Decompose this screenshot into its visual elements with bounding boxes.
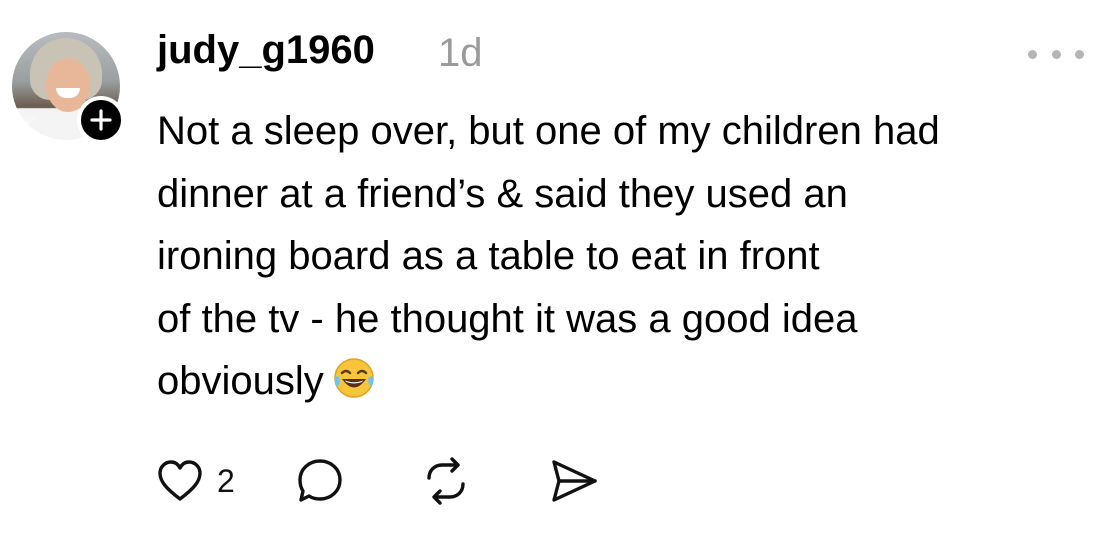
post-body-line: ironing board as a table to eat in front bbox=[157, 234, 820, 278]
face-with-tears-of-joy-icon bbox=[334, 358, 374, 398]
post-body-last-line: obviously bbox=[157, 350, 1077, 413]
repost-button[interactable] bbox=[421, 456, 471, 506]
action-bar: 2 bbox=[157, 456, 599, 506]
post-card: judy_g1960 1d Not a sleep over, but one … bbox=[0, 0, 1104, 544]
send-icon bbox=[552, 460, 597, 502]
follow-button[interactable] bbox=[77, 96, 125, 144]
post-body-line: Not a sleep over, but one of my children… bbox=[157, 109, 940, 153]
like-button[interactable]: 2 bbox=[157, 456, 235, 506]
more-options-icon[interactable] bbox=[1028, 44, 1084, 64]
post-timestamp: 1d bbox=[438, 31, 483, 75]
share-button[interactable] bbox=[549, 456, 599, 506]
plus-icon bbox=[90, 109, 112, 131]
post-body: Not a sleep over, but one of my children… bbox=[157, 100, 1077, 413]
comment-button[interactable] bbox=[295, 456, 345, 506]
username[interactable]: judy_g1960 bbox=[157, 28, 375, 73]
heart-icon bbox=[158, 460, 202, 501]
more-dot bbox=[1051, 49, 1061, 59]
post-body-line: of the tv - he thought it was a good ide… bbox=[157, 296, 858, 341]
comment-bubble-icon bbox=[298, 459, 342, 502]
more-dot bbox=[1028, 49, 1037, 59]
repost-icon bbox=[427, 457, 465, 505]
like-count: 2 bbox=[217, 462, 235, 499]
more-dot bbox=[1075, 49, 1084, 59]
post-body-line: obviously bbox=[157, 359, 324, 403]
post-body-line: dinner at a friend’s & said they used an bbox=[157, 171, 848, 216]
